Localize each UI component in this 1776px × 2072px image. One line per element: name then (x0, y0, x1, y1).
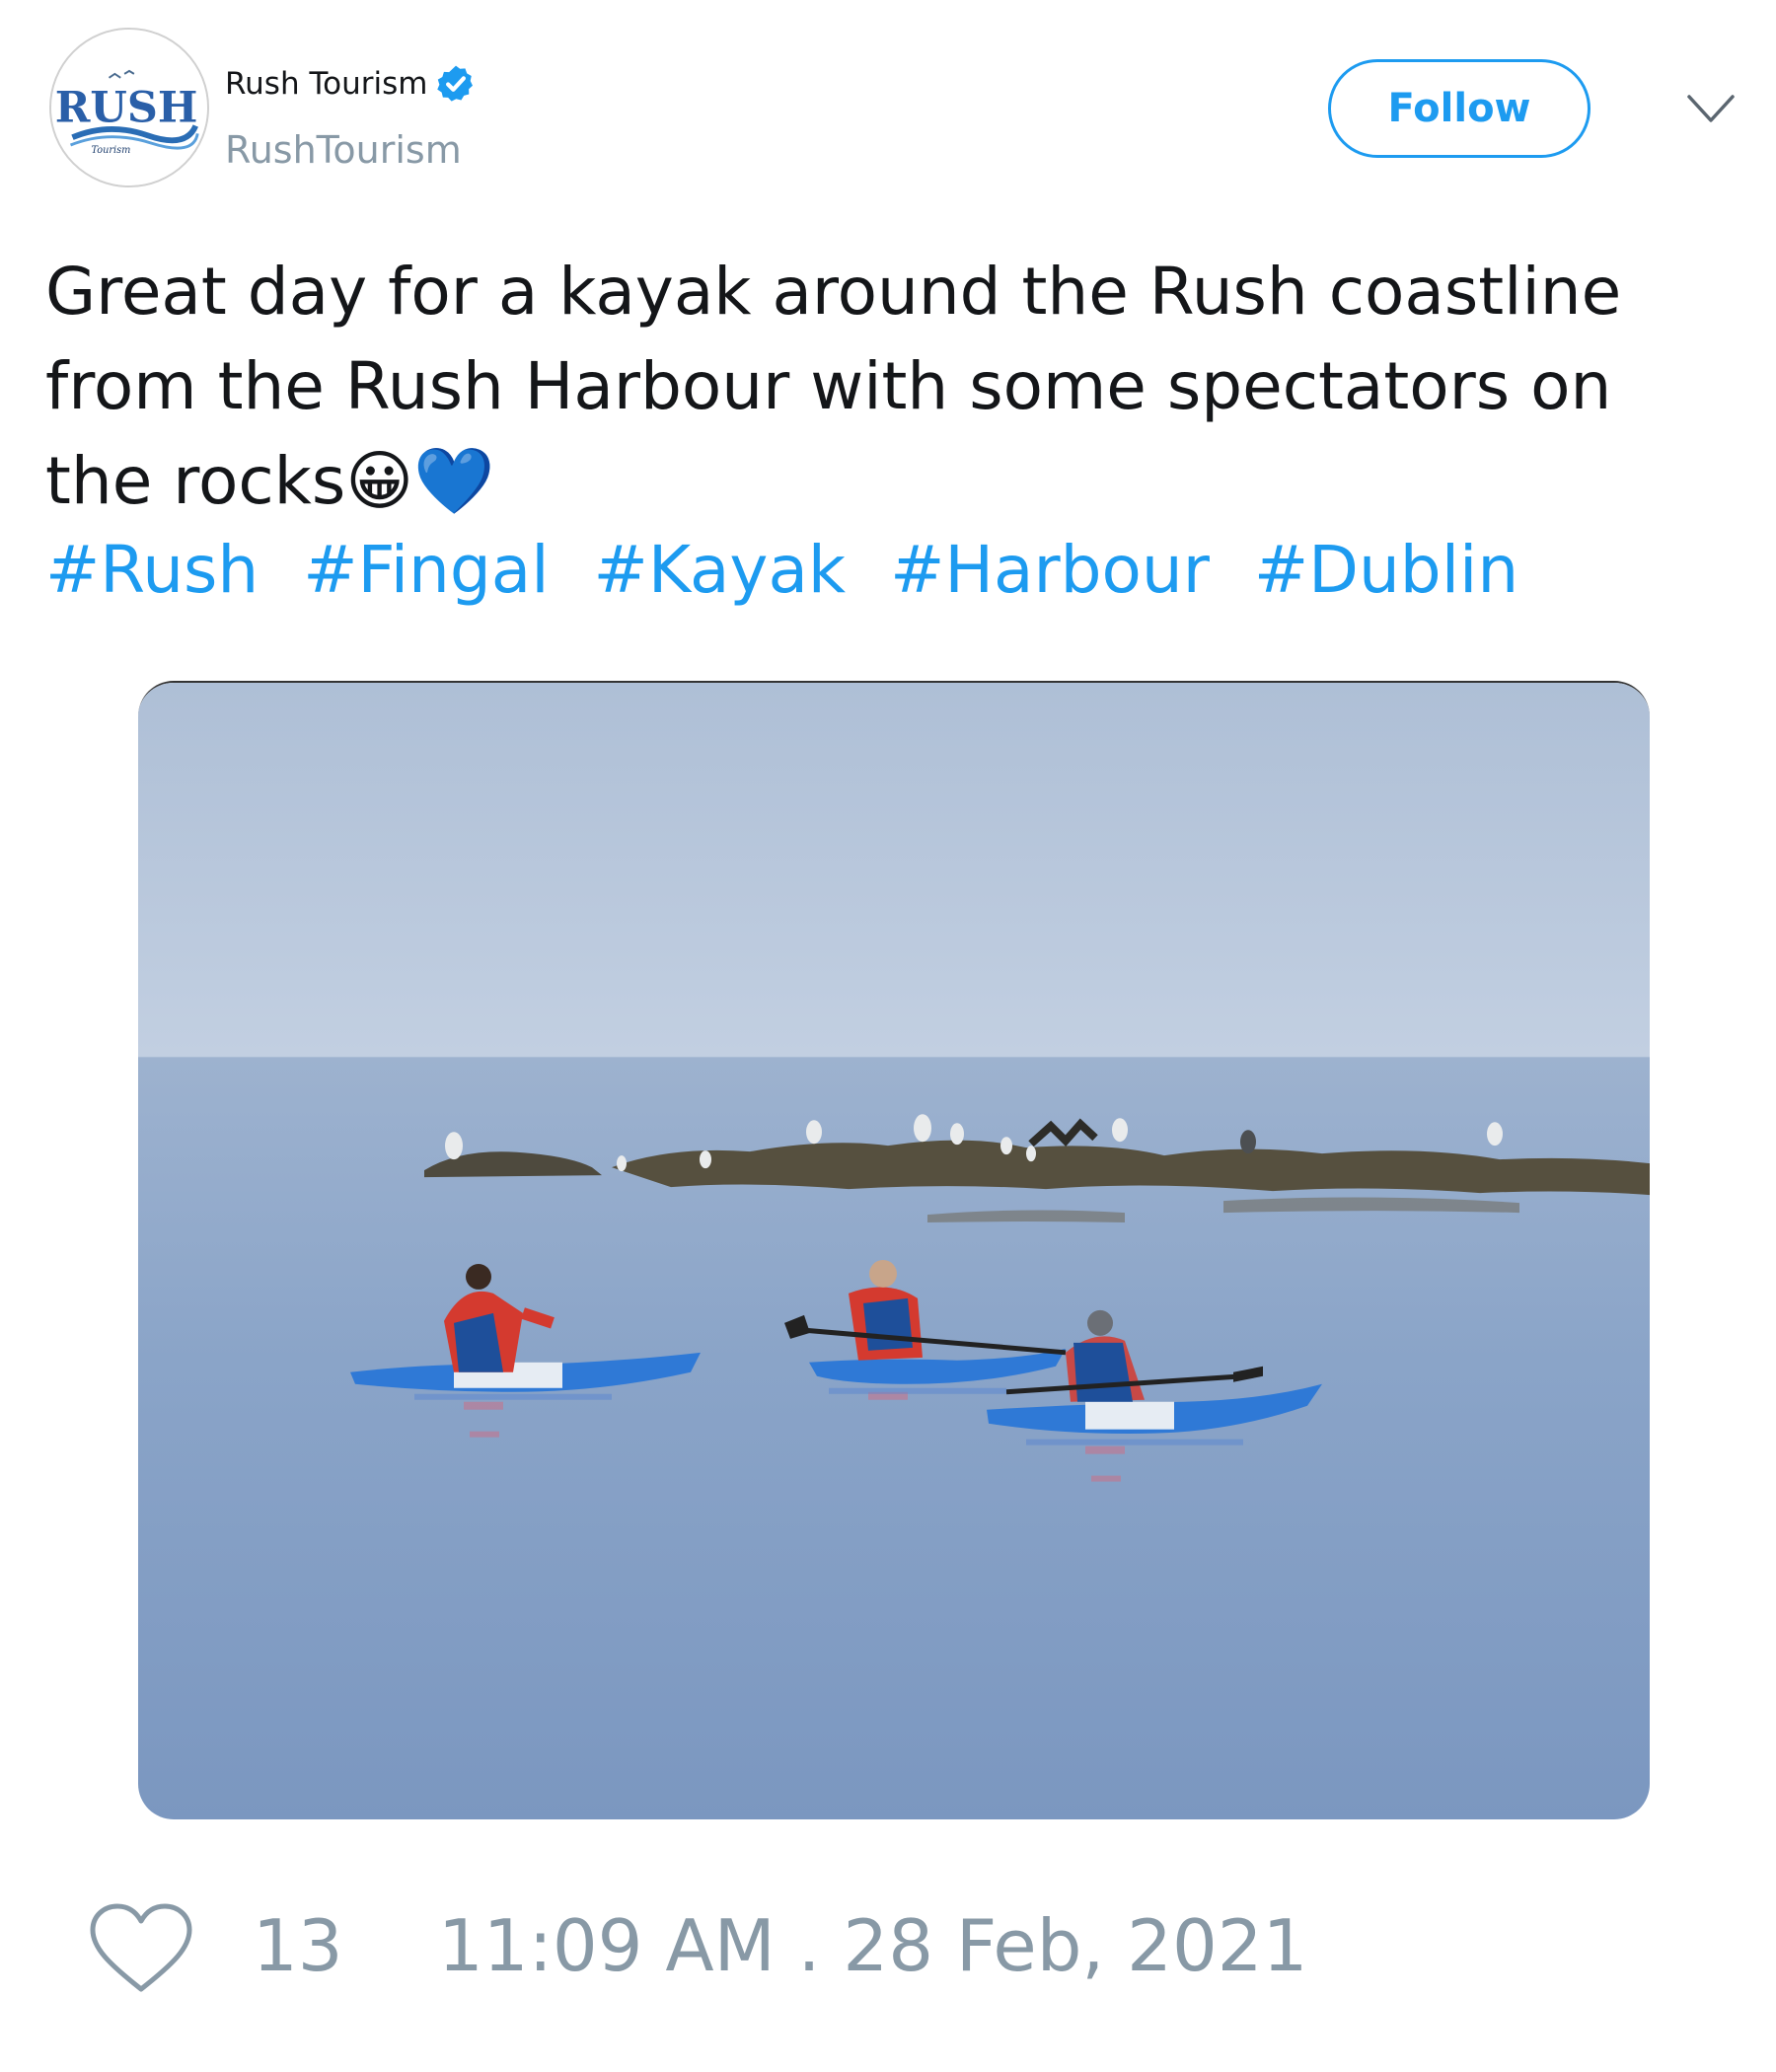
like-count: 13 (253, 1904, 343, 1987)
hashtag-harbour[interactable]: #Harbour (890, 532, 1210, 608)
tweet-photo[interactable] (138, 681, 1650, 1819)
author-display-name[interactable]: Rush Tourism (225, 63, 477, 105)
avatar-logo-subtext: Tourism (92, 145, 131, 156)
chevron-down-icon[interactable] (1685, 89, 1737, 128)
author-name-text: Rush Tourism (225, 66, 428, 102)
hashtag-dublin[interactable]: #Dublin (1254, 532, 1518, 608)
hashtag-fingal[interactable]: #Fingal (303, 532, 549, 608)
avatar[interactable]: RUSH Tourism (49, 28, 209, 187)
rush-logo-icon: RUSH Tourism (51, 30, 207, 185)
tweet-card: RUSH Tourism Rush Tourism RushTourism Fo… (0, 0, 1776, 2072)
author-handle[interactable]: RushTourism (225, 128, 462, 172)
tweet-text: Great day for a kayak around the Rush co… (45, 254, 1622, 519)
photo-kayakers-at-sea (138, 683, 1650, 1819)
hashtag-list: #Rush #Fingal #Kayak #Harbour #Dublin (45, 523, 1542, 618)
avatar-logo-text: RUSH (55, 84, 198, 133)
hashtag-rush[interactable]: #Rush (45, 532, 259, 608)
heart-icon[interactable] (89, 1902, 193, 1997)
hashtag-kayak[interactable]: #Kayak (594, 532, 847, 608)
follow-button[interactable]: Follow (1328, 59, 1591, 158)
verified-badge-icon (435, 63, 477, 105)
tweet-timestamp[interactable]: 11:09 AM . 28 Feb, 2021 (438, 1904, 1307, 1987)
